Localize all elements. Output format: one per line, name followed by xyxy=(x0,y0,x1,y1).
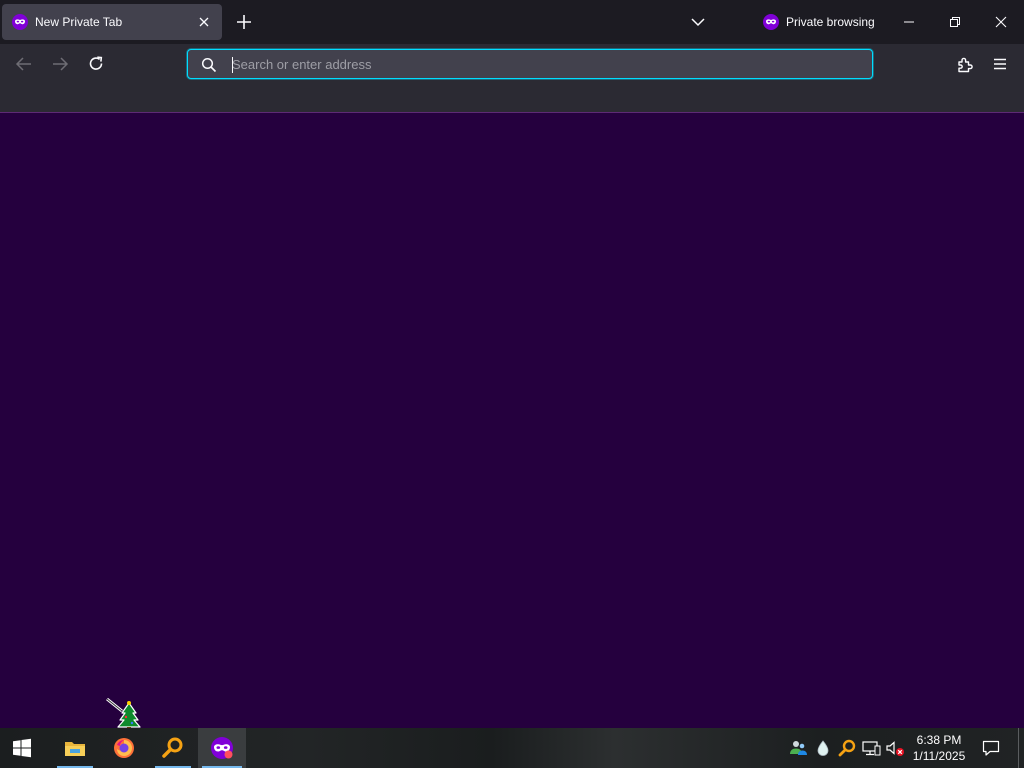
search-icon xyxy=(201,57,217,73)
volume-muted-icon[interactable] xyxy=(885,738,905,758)
network-icon[interactable] xyxy=(861,738,881,758)
search-magnifier-icon xyxy=(162,737,183,758)
action-center-notification-icon[interactable] xyxy=(981,738,1001,758)
tab-title: New Private Tab xyxy=(35,15,123,29)
close-tab-icon[interactable] xyxy=(198,16,210,28)
mouse-cursor-tree-icon xyxy=(106,697,141,730)
navigation-toolbar xyxy=(0,44,1024,113)
restore-window-icon[interactable] xyxy=(941,8,969,36)
windows-taskbar: 6:38 PM 1/11/2025 xyxy=(0,728,1024,768)
start-button[interactable] xyxy=(0,728,44,768)
show-desktop-button[interactable] xyxy=(1018,728,1024,768)
private-mask-icon xyxy=(763,14,779,30)
private-browsing-label: Private browsing xyxy=(786,15,875,29)
tab-strip: New Private Tab Private browsing xyxy=(0,0,1024,44)
magnifier-icon[interactable] xyxy=(837,738,857,758)
back-arrow-icon[interactable] xyxy=(12,54,36,74)
firefox-private-icon xyxy=(211,737,233,759)
clock-time: 6:38 PM xyxy=(916,733,962,747)
taskbar-file-explorer[interactable] xyxy=(53,728,97,768)
forward-arrow-icon[interactable] xyxy=(48,54,72,74)
reload-icon[interactable] xyxy=(84,54,108,74)
clock-date: 1/11/2025 xyxy=(912,749,966,763)
start-windows-icon xyxy=(13,738,31,758)
minimize-window-icon[interactable] xyxy=(895,8,923,36)
taskbar-firefox[interactable] xyxy=(102,728,146,768)
taskbar-firefox-private[interactable] xyxy=(198,728,246,768)
extensions-puzzle-icon[interactable] xyxy=(955,54,975,74)
close-window-icon[interactable] xyxy=(987,8,1015,36)
list-all-tabs-chevron-icon[interactable] xyxy=(688,12,708,32)
tab-new-private-tab[interactable]: New Private Tab xyxy=(2,4,222,40)
people-icon[interactable] xyxy=(788,738,808,758)
private-tab-content xyxy=(0,113,1024,728)
address-input[interactable] xyxy=(232,53,852,75)
private-mask-icon xyxy=(12,14,28,30)
text-caret xyxy=(232,57,233,73)
water-drop-icon[interactable] xyxy=(813,738,833,758)
firefox-icon xyxy=(114,738,134,758)
hamburger-menu-icon[interactable] xyxy=(990,54,1010,74)
file-explorer-icon xyxy=(65,742,85,756)
url-bar[interactable] xyxy=(187,49,873,79)
new-tab-plus-icon[interactable] xyxy=(234,12,254,32)
system-clock[interactable]: 6:38 PM 1/11/2025 xyxy=(906,732,972,764)
taskbar-search-app[interactable] xyxy=(151,728,195,768)
